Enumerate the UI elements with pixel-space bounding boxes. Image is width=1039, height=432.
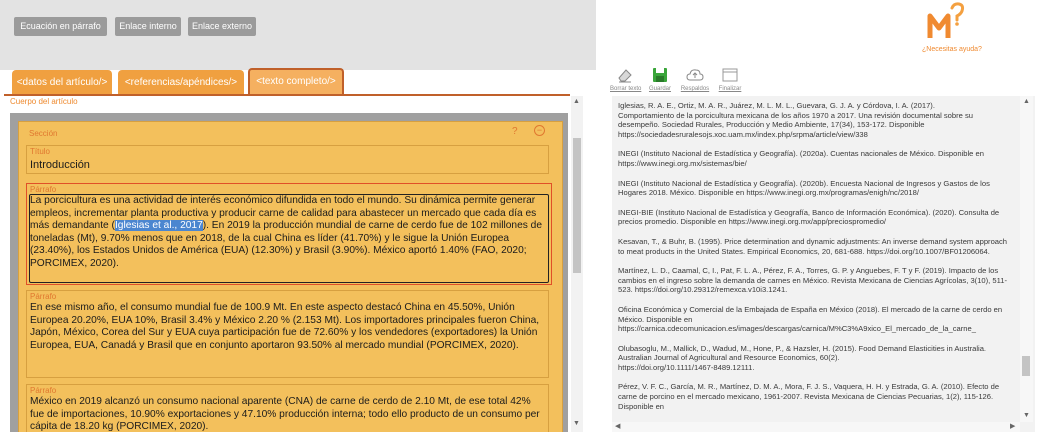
save-label: Guardar — [648, 86, 671, 92]
help-icon[interactable]: ? — [512, 126, 518, 137]
reference-item: Olubasoglu, M., Mallick, D., Wadud, M., … — [618, 343, 987, 372]
reference-item: Martínez, L. D., Caamal, C, I., Pat, F. … — [618, 266, 1008, 295]
backups-button[interactable]: Respaldos — [680, 66, 710, 92]
erase-text-button[interactable]: Borrar texto — [610, 66, 642, 92]
finish-button[interactable]: Finalizar — [715, 66, 745, 92]
reference-item: Pérez, V. F. C., García, M. R., Martínez… — [618, 382, 1000, 411]
scrollbar-thumb[interactable] — [573, 138, 581, 273]
reference-item: Kesavan, T., & Buhr, B. (1995). Price de… — [618, 236, 1008, 256]
title-value[interactable]: Introducción — [30, 159, 546, 172]
references-panel: Iglesias, R. A. E., Ortiz, M. A. R., Juá… — [612, 96, 1035, 432]
paragraph-field[interactable]: Párrafo La porcicultura es una actividad… — [26, 183, 552, 285]
paragraph-field[interactable]: Párrafo México en 2019 alcanzó un consum… — [26, 384, 549, 432]
save-button[interactable]: Guardar — [645, 66, 675, 92]
paragraph-label: Párrafo — [30, 292, 57, 301]
help-link[interactable]: ¿Necesitas ayuda? — [922, 46, 982, 53]
equation-button[interactable]: Ecuación en párrafo — [14, 17, 107, 36]
editor-app: Ecuación en párrafo Enlace interno Enlac… — [0, 0, 1039, 432]
scroll-right-icon[interactable]: ▶ — [1010, 422, 1015, 430]
reference-item: INEGI-BIE (Instituto Nacional de Estadís… — [618, 207, 1000, 227]
paragraph-text[interactable]: La porcicultura es una actividad de inte… — [30, 195, 549, 271]
tab-divider — [4, 94, 570, 96]
eraser-icon — [618, 69, 632, 83]
cloud-icon — [686, 69, 704, 81]
reference-item: Oficina Económica y Comercial de la Emba… — [618, 304, 1003, 334]
reference-item: INEGI (Instituto Nacional de Estadística… — [618, 149, 984, 168]
finish-label: Finalizar — [718, 86, 742, 92]
article-scrollbar[interactable]: ▲ ▼ — [571, 96, 583, 432]
external-link-button[interactable]: Enlace externo — [188, 17, 256, 36]
scroll-down-icon[interactable]: ▼ — [1023, 412, 1030, 419]
save-icon — [653, 68, 667, 82]
insert-toolbar: Ecuación en párrafo Enlace interno Enlac… — [0, 0, 596, 70]
reference-item: Iglesias, R. A. E., Ortiz, M. A. R., Juá… — [618, 101, 974, 139]
article-body-label: Cuerpo del artículo — [10, 97, 78, 106]
references-scrollbar[interactable]: ▲ ▼ — [1020, 96, 1033, 422]
paragraph-field[interactable]: Párrafo En ese mismo año, el consumo mun… — [26, 290, 549, 378]
window-icon — [722, 68, 738, 82]
title-field[interactable]: Título Introducción — [26, 145, 549, 174]
section-block: Sección ? − Título Introducción Párrafo … — [18, 121, 563, 432]
paragraph-text[interactable]: En ese mismo año, el consumo mundial fue… — [30, 302, 546, 352]
reference-item: INEGI (Instituto Nacional de Estadística… — [618, 178, 990, 198]
scroll-up-icon[interactable]: ▲ — [573, 98, 580, 105]
scrollbar-thumb[interactable] — [1022, 356, 1030, 376]
reference-list: Iglesias, R. A. E., Ortiz, M. A. R., Juá… — [618, 101, 1013, 421]
article-body-panel: Sección ? − Título Introducción Párrafo … — [10, 113, 568, 432]
tab-references[interactable]: <referencias/apéndices/> — [118, 70, 244, 95]
collapse-icon[interactable]: − — [534, 125, 545, 136]
citation-highlight[interactable]: Iglesias et al., 2017 — [114, 220, 203, 232]
paragraph-label: Párrafo — [30, 185, 57, 194]
logo-icon — [927, 2, 965, 38]
scroll-down-icon[interactable]: ▼ — [573, 420, 580, 427]
paragraph-text[interactable]: México en 2019 alcanzó un consumo nacion… — [30, 396, 546, 432]
section-label: Sección — [29, 129, 58, 138]
internal-link-button[interactable]: Enlace interno — [115, 17, 181, 36]
references-hscrollbar[interactable]: ◀ ▶ — [612, 422, 1020, 432]
tab-full-text[interactable]: <texto completo/> — [248, 68, 344, 96]
backups-label: Respaldos — [680, 86, 710, 92]
erase-text-label: Borrar texto — [610, 86, 642, 92]
scroll-left-icon[interactable]: ◀ — [615, 422, 620, 430]
title-label: Título — [30, 147, 51, 156]
tab-article-data[interactable]: <datos del artículo/> — [12, 70, 112, 95]
scroll-up-icon[interactable]: ▲ — [1023, 98, 1030, 105]
paragraph-label: Párrafo — [30, 386, 57, 395]
